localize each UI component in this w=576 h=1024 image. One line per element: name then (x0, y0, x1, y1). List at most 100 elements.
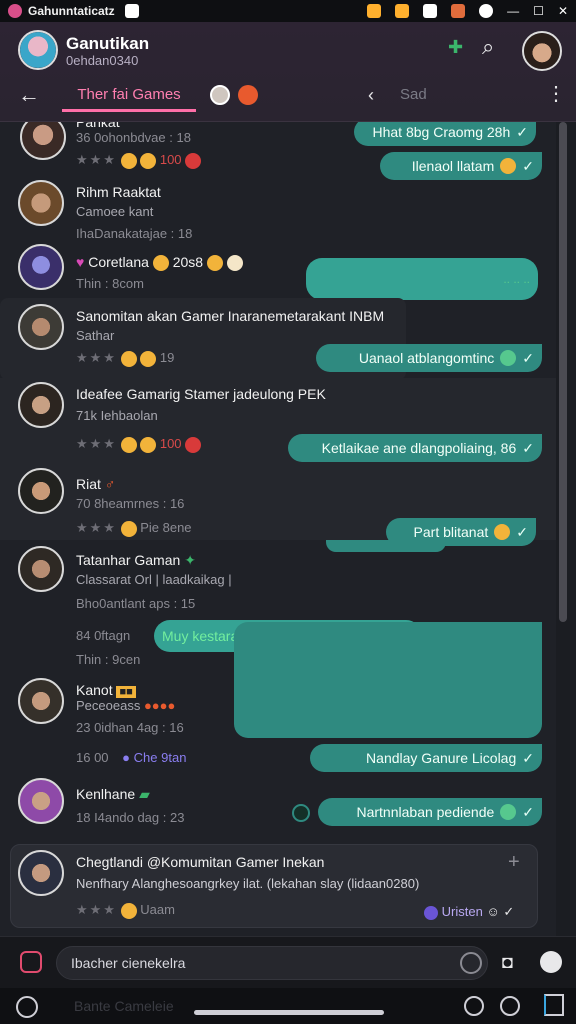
tab-games[interactable]: Ther fai Games (62, 86, 196, 112)
emoji-icon[interactable] (140, 350, 157, 367)
photo-icon (423, 4, 438, 18)
bubble-placeholder: .. .. .. (503, 272, 530, 286)
share-label[interactable]: Sad (400, 86, 427, 103)
avatar[interactable] (18, 180, 64, 226)
bubble-text: Hhat 8bg Craomg 28h (372, 124, 511, 140)
avatar[interactable] (18, 468, 64, 514)
sender-subtitle: Camoee kant (76, 204, 154, 219)
mic-icon[interactable] (460, 952, 482, 974)
user-icon: ● (122, 750, 131, 765)
bubble-tail (326, 540, 446, 552)
camera-icon[interactable]: ◘ (502, 953, 513, 971)
bubble-text: Nandlay Ganure Licolag (366, 750, 517, 766)
emoji-icon[interactable] (292, 804, 310, 822)
sync-icon (451, 4, 466, 18)
message-bubble[interactable]: Hhat 8bg Craomg 28h ✓ (354, 122, 536, 146)
message-bubble[interactable]: Ketlaikae ane dlangpoliaing, 86 ✓ (288, 434, 542, 462)
emoji-icon[interactable] (120, 436, 137, 453)
heart-icon: ♥ (76, 254, 85, 270)
sender-name: Rihm Raaktat (76, 184, 161, 200)
emoji-icon (226, 255, 243, 272)
user-avatar[interactable] (522, 31, 562, 71)
reaction-row: ★★★ 100 (76, 152, 202, 169)
message-bubble[interactable]: Nandlay Ganure Licolag ✓ (310, 744, 542, 772)
sender-name: Pankat (76, 122, 120, 130)
channel-name: Ganutikan (66, 34, 150, 53)
message-meta: Bho0antlant aps : 15 (76, 596, 196, 611)
scrollbar[interactable] (556, 122, 570, 936)
message-meta: Thin : 8com (76, 276, 144, 291)
message-bubble[interactable]: Ilenaol llatam ✓ (380, 152, 542, 180)
sticker-icon[interactable] (20, 951, 42, 973)
expand-icon[interactable] (544, 994, 564, 1016)
message-meta: Thin : 9cen (76, 652, 141, 667)
message-bubble[interactable]: Nartnnlaban pediende ✓ (318, 798, 542, 826)
home-indicator[interactable] (194, 1010, 384, 1015)
bubble-text: Ketlaikae ane dlangpoliaing, 86 (321, 440, 517, 456)
channel-avatar[interactable] (18, 30, 58, 70)
badge-icon (238, 85, 258, 105)
avatar[interactable] (18, 382, 64, 428)
status-bar: Gahunntaticatz ― ☐ ✕ (0, 0, 576, 22)
read-check-icon: ✓ (522, 157, 534, 174)
sender-name: Ideafee Gamarig Stamer jadeulong PEK (76, 386, 326, 402)
message-bubble[interactable]: .. .. .. (306, 258, 538, 300)
avatar[interactable] (18, 244, 64, 290)
badge-icon: ■■ (116, 686, 136, 698)
share-icon[interactable]: ‹ (368, 86, 374, 104)
read-check-icon: ✓ (522, 749, 534, 766)
read-check-icon: ✓ (516, 523, 528, 540)
back-arrow-icon[interactable]: ← (18, 84, 40, 106)
reaction-label: Pie 8ene (140, 520, 192, 535)
emoji-icon (206, 255, 223, 272)
emoji-icon[interactable] (120, 520, 137, 537)
message-meta: IhaDanakatajae : 18 (76, 226, 193, 241)
emoji-icon[interactable] (140, 152, 157, 169)
emoji-icon (152, 255, 169, 272)
search-icon[interactable]: ⌕ (482, 36, 494, 58)
avatar[interactable] (18, 850, 64, 896)
message-input[interactable]: Ibacher cienekelra (56, 946, 488, 980)
bubble-text: Nartnnlaban pediende (356, 804, 495, 820)
avatar[interactable] (18, 304, 64, 350)
rating-stars: ★★★ (76, 350, 117, 365)
sender-name: Tatanhar Gaman ✦ (76, 552, 196, 568)
history-icon[interactable] (500, 996, 520, 1016)
maximize-icon[interactable]: ☐ (533, 4, 544, 18)
avatar[interactable] (20, 122, 66, 160)
message-bubble[interactable]: Uanaol atblangomtinc ✓ (316, 344, 542, 372)
reaction-label: Uaam (140, 902, 175, 917)
emoji-icon[interactable] (120, 152, 137, 169)
avatar[interactable] (18, 546, 64, 592)
message-meta: 70 8heamrnes : 16 (76, 496, 185, 511)
emoji-icon[interactable] (464, 996, 484, 1016)
notification-icon (395, 4, 410, 18)
scroll-thumb[interactable] (559, 122, 567, 622)
emoji-icon[interactable] (140, 436, 157, 453)
game-controller-icon[interactable]: ✚ (448, 38, 463, 56)
reaction-row: ★★★ Uaam (76, 902, 175, 919)
message-meta: 16 00 ● Che 9tan (76, 750, 187, 765)
more-menu-icon[interactable]: ⋮ (546, 84, 566, 104)
sync-icon (479, 4, 494, 18)
message-bubble-large[interactable] (234, 622, 542, 738)
add-icon[interactable]: + (508, 852, 520, 872)
emoji-icon[interactable] (120, 350, 137, 367)
emoji-icon[interactable] (120, 902, 137, 919)
user-avatar-small[interactable] (210, 85, 230, 105)
minimize-icon[interactable]: ― (507, 4, 519, 18)
send-icon[interactable] (540, 951, 562, 973)
avatar[interactable] (18, 678, 64, 724)
message-meta: 84 0ftagn (76, 628, 131, 643)
emoji-icon[interactable] (185, 436, 202, 453)
chat-message-list[interactable]: Pankat 36 0ohonbdvae : 18 ★★★ 100 Hhat 8… (0, 122, 556, 936)
close-icon[interactable]: ✕ (558, 4, 568, 18)
rating-stars: ★★★ (76, 152, 117, 167)
power-icon[interactable] (16, 996, 38, 1018)
flag-icon: ▰ (139, 786, 150, 802)
reaction-count: 19 (159, 350, 175, 365)
leaf-icon: ✦ (184, 552, 196, 568)
avatar[interactable] (18, 778, 64, 824)
sender-name: Sanomitan akan Gamer Inaranemetarakant I… (76, 308, 385, 324)
emoji-icon[interactable] (185, 152, 202, 169)
